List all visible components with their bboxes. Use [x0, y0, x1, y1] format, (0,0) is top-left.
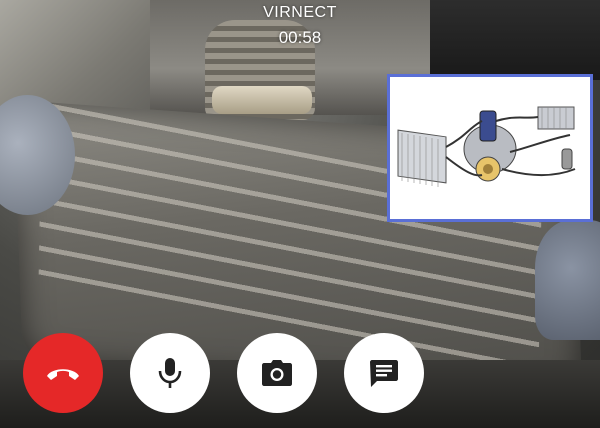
- chat-icon: [370, 360, 398, 387]
- hose-collar: [212, 86, 312, 114]
- app-title: VIRNECT: [263, 4, 337, 21]
- call-controls: [0, 333, 600, 423]
- ac-system-diagram: [390, 77, 590, 219]
- microphone-icon: [158, 358, 182, 388]
- call-timer: 00:58: [278, 28, 322, 47]
- chat-button[interactable]: [344, 333, 424, 413]
- evaporator-diagram: [537, 106, 575, 130]
- shared-document-panel[interactable]: [387, 74, 593, 222]
- call-header: VIRNECT 00:58: [0, 4, 600, 49]
- camera-capture-button[interactable]: [237, 333, 317, 413]
- microphone-button[interactable]: [130, 333, 210, 413]
- phone-hangup-icon: [47, 369, 79, 380]
- end-call-button[interactable]: [23, 333, 103, 413]
- technician-glove: [535, 220, 600, 340]
- camera-icon: [262, 360, 292, 386]
